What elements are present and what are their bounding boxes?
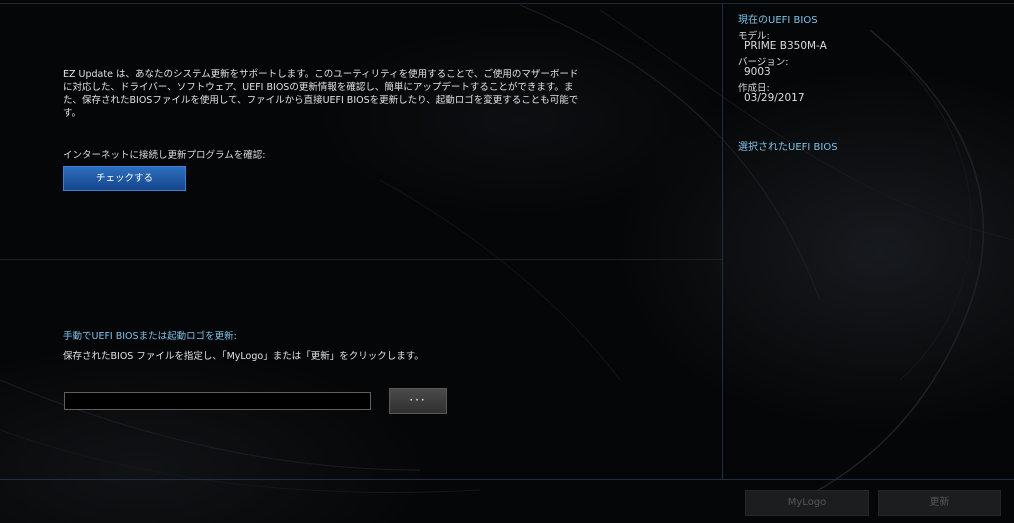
check-online-button[interactable]: チェックする xyxy=(63,166,186,191)
browse-file-button[interactable]: ··· xyxy=(389,388,447,414)
build-date-value: 03/29/2017 xyxy=(744,92,805,104)
sidebar-divider xyxy=(722,3,723,479)
top-divider xyxy=(0,3,1014,4)
footer-divider xyxy=(0,479,1014,480)
manual-update-description: 保存されたBIOS ファイルを指定し、「MyLogo」または「更新」をクリックし… xyxy=(63,351,424,362)
ez-update-description: EZ Update は、あなたのシステム更新をサポートします。このユーティリティ… xyxy=(63,69,579,119)
section-divider xyxy=(0,259,722,260)
manual-update-label: 手動でUEFI BIOSまたは起動ロゴを更新: xyxy=(63,331,237,342)
update-button[interactable]: 更新 xyxy=(878,490,1001,516)
mylogo-button[interactable]: MyLogo xyxy=(745,490,869,516)
current-bios-title: 現在のUEFI BIOS xyxy=(738,15,818,26)
online-check-label: インターネットに接続し更新プログラムを確認: xyxy=(63,150,266,161)
bios-file-path-input[interactable] xyxy=(64,392,371,410)
model-value: PRIME B350M-A xyxy=(744,40,827,52)
selected-bios-title: 選択されたUEFI BIOS xyxy=(738,142,838,153)
ez-update-window: EZ Update は、あなたのシステム更新をサポートします。このユーティリティ… xyxy=(0,0,1014,523)
version-value: 9003 xyxy=(744,66,771,78)
